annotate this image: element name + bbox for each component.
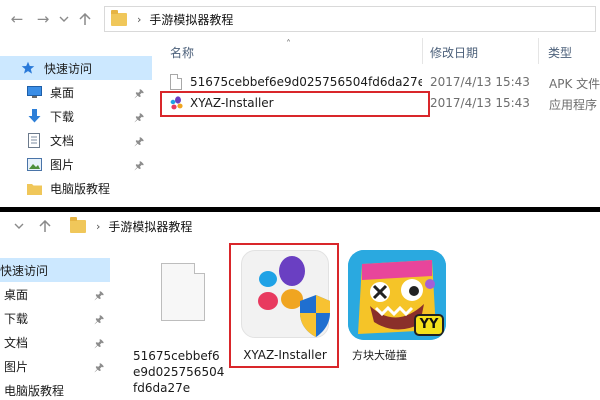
navigation-pane: 快速访问 桌面 🖈 下载 🖈 文档 🖈 图片 🖈 电脑版教程 bbox=[0, 258, 110, 400]
sidebar-item-desktop[interactable]: 桌面 🖈 bbox=[0, 282, 110, 306]
sidebar-item-label: 下载 bbox=[4, 311, 29, 326]
breadcrumb-separator: › bbox=[137, 12, 142, 26]
navigation-pane: 快速访问 桌面 🖈 下载 🖈 文档 🖈 图片 🖈 电脑版教程 bbox=[0, 56, 152, 200]
watermark-subtitle: GAOSHOUYOU.COM bbox=[518, 360, 600, 369]
watermark-title: 高手游 bbox=[516, 334, 585, 358]
sidebar-item-label: 桌面 bbox=[50, 85, 75, 100]
pin-icon[interactable]: 🖈 bbox=[94, 359, 104, 378]
sidebar-item-pc-tutorial[interactable]: 电脑版教程 bbox=[0, 176, 152, 200]
file-name: 方块大碰撞 bbox=[352, 349, 407, 362]
address-field[interactable]: › 手游模拟器教程 bbox=[64, 213, 596, 239]
highlight-frame bbox=[160, 91, 430, 117]
sidebar-item-label: 文档 bbox=[4, 335, 29, 350]
pin-icon[interactable]: 🖈 bbox=[94, 287, 104, 306]
up-button[interactable] bbox=[34, 215, 56, 237]
pin-icon[interactable]: 🖈 bbox=[134, 109, 144, 128]
file-type: 应用程序 bbox=[549, 98, 598, 112]
file-type: APK 文件 bbox=[549, 77, 600, 91]
back-button[interactable]: ← bbox=[6, 8, 28, 30]
column-header-date[interactable]: 修改日期 bbox=[430, 44, 478, 61]
pin-icon[interactable]: 🖈 bbox=[94, 335, 104, 354]
sidebar-item-quick-access[interactable]: 快速访问 bbox=[0, 56, 152, 80]
up-button[interactable] bbox=[74, 8, 96, 30]
sidebar-item-label: 电脑版教程 bbox=[4, 383, 65, 398]
gaoshouyou-logo-icon bbox=[478, 334, 514, 373]
column-header-name[interactable]: 名称 bbox=[170, 44, 194, 61]
sidebar-item-label: 桌面 bbox=[4, 287, 29, 302]
file-tile[interactable]: 51675cebbef6e9d025756504fd6da27e bbox=[128, 248, 228, 398]
forward-button[interactable]: → bbox=[32, 8, 54, 30]
folder-icon bbox=[70, 216, 86, 233]
sidebar-item-pictures[interactable]: 图片 🖈 bbox=[0, 354, 110, 378]
desktop-icon bbox=[26, 85, 42, 99]
file-name: 51675cebbef6e9d025756504fd6da27e bbox=[190, 75, 422, 89]
address-bar: › 手游模拟器教程 bbox=[0, 212, 600, 240]
column-header-type[interactable]: 类型 bbox=[548, 44, 572, 61]
sidebar-item-label: 图片 bbox=[4, 359, 29, 374]
sidebar-item-downloads[interactable]: 下载 🖈 bbox=[0, 104, 152, 128]
sidebar-item-label: 电脑版教程 bbox=[50, 181, 111, 196]
folder-icon bbox=[111, 9, 127, 26]
star-icon bbox=[20, 61, 36, 75]
sidebar-item-label: 图片 bbox=[50, 157, 75, 172]
pin-icon[interactable]: 🖈 bbox=[134, 157, 144, 176]
sidebar-item-label: 文档 bbox=[50, 133, 75, 148]
picture-icon bbox=[26, 157, 42, 171]
sidebar-item-label: 快速访问 bbox=[44, 61, 93, 76]
blank-file-icon bbox=[170, 74, 182, 90]
download-arrow-icon bbox=[26, 108, 42, 123]
sidebar-item-downloads[interactable]: 下载 🖈 bbox=[0, 306, 110, 330]
breadcrumb-folder[interactable]: 手游模拟器教程 bbox=[149, 11, 233, 28]
sidebar-item-documents[interactable]: 文档 🖈 bbox=[0, 128, 152, 152]
column-divider[interactable] bbox=[538, 38, 539, 64]
sidebar-item-desktop[interactable]: 桌面 🖈 bbox=[0, 80, 152, 104]
sidebar-item-label: 下载 bbox=[50, 109, 75, 124]
breadcrumb-folder[interactable]: 手游模拟器教程 bbox=[108, 218, 192, 235]
watermark-logo: 高手游 GAOSHOUYOU.COM bbox=[476, 328, 600, 380]
game-monster-icon: YY bbox=[348, 250, 446, 340]
column-headers: 名称 修改日期 类型 bbox=[160, 38, 600, 66]
address-field[interactable]: › 手游模拟器教程 bbox=[104, 6, 596, 32]
folder-icon bbox=[26, 181, 42, 195]
game-badge: YY bbox=[414, 314, 444, 336]
sidebar-item-quick-access[interactable]: 快速访问 bbox=[0, 258, 110, 282]
blank-file-icon bbox=[161, 263, 205, 321]
highlight-frame bbox=[229, 243, 339, 368]
sidebar-item-documents[interactable]: 文档 🖈 bbox=[0, 330, 110, 354]
file-name: 51675cebbef6e9d025756504fd6da27e bbox=[133, 349, 225, 395]
file-date: 2017/4/13 15:43 bbox=[430, 75, 530, 89]
dropdown-icon[interactable] bbox=[12, 215, 26, 237]
file-tile[interactable]: YY 方块大碰撞 bbox=[348, 250, 448, 370]
pin-icon[interactable]: 🖈 bbox=[134, 133, 144, 152]
sidebar-item-pictures[interactable]: 图片 🖈 bbox=[0, 152, 152, 176]
address-bar: ← → › 手游模拟器教程 bbox=[0, 0, 600, 38]
pin-icon[interactable]: 🖈 bbox=[94, 311, 104, 330]
breadcrumb-separator: › bbox=[96, 219, 101, 233]
column-divider[interactable] bbox=[422, 38, 423, 64]
pin-icon[interactable]: 🖈 bbox=[134, 85, 144, 104]
document-icon bbox=[26, 132, 42, 148]
dropdown-icon[interactable] bbox=[56, 8, 72, 30]
sidebar-item-label: 快速访问 bbox=[0, 263, 49, 278]
file-date: 2017/4/13 15:43 bbox=[430, 96, 530, 110]
sidebar-item-pc-tutorial[interactable]: 电脑版教程 bbox=[0, 378, 110, 400]
top-explorer-window: ← → › 手游模拟器教程 快速访问 桌面 🖈 下载 🖈 文档 🖈 图片 🖈 电… bbox=[0, 0, 600, 208]
